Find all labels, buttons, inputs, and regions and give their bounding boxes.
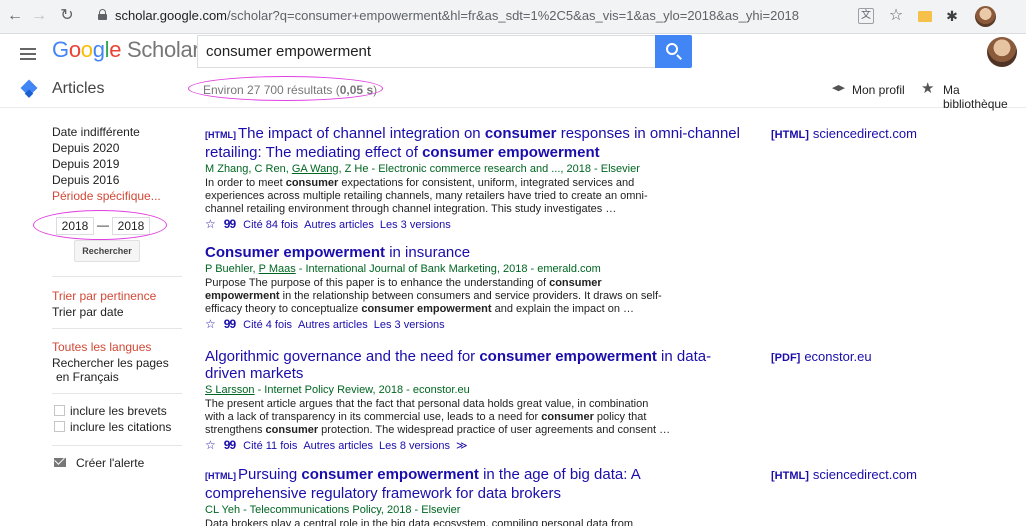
search-box[interactable] [197, 35, 658, 68]
cite-quote-icon[interactable]: 99 [224, 438, 236, 452]
author-link[interactable]: P Maas [259, 263, 296, 275]
result-item: [HTML] Pursuing consumer empowerment in t… [205, 466, 745, 526]
lock-icon [98, 9, 107, 20]
google-scholar-logo[interactable]: Google Scholar [52, 37, 200, 63]
my-library-link[interactable]: Ma bibliothèque [943, 83, 1026, 111]
result-actions: ☆ 99 Cité 84 fois Autres articles Les 3 vers… [205, 217, 745, 232]
sidebar-divider [52, 445, 182, 446]
related-articles-link[interactable]: Autres articles [298, 319, 368, 331]
cited-by-link[interactable]: Cité 84 fois [243, 219, 298, 231]
patents-checkbox[interactable] [54, 405, 65, 416]
bookmark-star-icon[interactable]: ☆ [888, 8, 904, 24]
sort-by-relevance[interactable]: Trier par pertinence [52, 289, 156, 303]
result-snippet: Purpose The purpose of this paper is to … [205, 277, 662, 315]
french-pages-link-cont[interactable]: en Français [56, 370, 119, 384]
result-authors: CL Yeh - Telecommunications Policy, 2018… [205, 504, 461, 516]
french-pages-link[interactable]: Rechercher les pages [52, 356, 169, 370]
result-snippet: The present article argues that the fact… [205, 398, 671, 436]
folder-extension-icon[interactable] [918, 11, 932, 22]
result-item: Algorithmic governance and the need for … [205, 348, 745, 453]
browser-toolbar: ← → ↻ scholar.google.com/scholar?q=consu… [0, 0, 1026, 34]
result-item: [HTML] The impact of channel integration … [205, 125, 745, 232]
search-button[interactable] [655, 35, 692, 68]
save-star-icon[interactable]: ☆ [205, 217, 216, 231]
result-snippet: Data brokers play a central role in the … [205, 518, 633, 526]
author-link[interactable]: S Larsson [205, 384, 255, 396]
search-input[interactable] [198, 36, 658, 67]
result-item: Consumer empowerment in insurance P Bueh… [205, 244, 745, 332]
back-icon[interactable]: ← [6, 7, 24, 25]
date-custom-period[interactable]: Période spécifique... [52, 189, 161, 203]
sidebar-divider [52, 276, 182, 277]
versions-link[interactable]: Les 3 versions [380, 219, 451, 231]
reload-icon[interactable]: ↻ [58, 7, 76, 25]
sidebar-divider [52, 328, 182, 329]
date-any[interactable]: Date indifférente [52, 125, 140, 139]
address-url[interactable]: scholar.google.com/scholar?q=consumer+em… [115, 8, 799, 23]
graduation-cap-icon [832, 85, 845, 92]
menu-icon[interactable] [20, 48, 36, 60]
related-articles-link[interactable]: Autres articles [303, 440, 373, 452]
scholar-header: Google Scholar [0, 34, 1026, 72]
date-since-2020[interactable]: Depuis 2020 [52, 141, 119, 155]
fulltext-link[interactable]: [HTML] sciencedirect.com [771, 126, 917, 141]
author-link[interactable]: GA Wang [292, 163, 339, 175]
cite-quote-icon[interactable]: 99 [224, 317, 236, 331]
result-snippet: In order to meet consumer expectations f… [205, 177, 648, 215]
account-avatar[interactable] [987, 37, 1017, 67]
result-authors: M Zhang, C Ren, GA Wang, Z He - Electron… [205, 163, 640, 175]
related-articles-link[interactable]: Autres articles [304, 219, 374, 231]
create-alert-link[interactable]: Créer l'alerte [76, 456, 144, 470]
sort-by-date[interactable]: Trier par date [52, 305, 124, 319]
fulltext-link[interactable]: [PDF] econstor.eu [771, 349, 872, 364]
result-title[interactable]: [HTML] Pursuing consumer empowerment in t… [205, 466, 745, 502]
star-icon: ★ [921, 80, 935, 97]
result-title[interactable]: Algorithmic governance and the need for … [205, 348, 745, 382]
sidebar-divider [52, 393, 182, 394]
annotation-circle-years [33, 210, 167, 240]
result-title[interactable]: Consumer empowerment in insurance [205, 244, 745, 261]
date-since-2016[interactable]: Depuis 2016 [52, 173, 119, 187]
result-actions: ☆ 99 Cité 11 fois Autres articles Les 8 vers… [205, 438, 745, 453]
result-authors: P Buehler, P Maas - International Journa… [205, 263, 601, 275]
save-star-icon[interactable]: ☆ [205, 438, 216, 452]
versions-link[interactable]: Les 8 versions [379, 440, 450, 452]
mail-icon [54, 458, 66, 467]
more-double-chevron-icon[interactable]: ≫ [456, 440, 468, 452]
date-since-2019[interactable]: Depuis 2019 [52, 157, 119, 171]
search-dates-button[interactable]: Rechercher [74, 240, 140, 262]
search-icon [666, 43, 678, 55]
cited-by-link[interactable]: Cité 4 fois [243, 319, 292, 331]
citations-label[interactable]: inclure les citations [70, 420, 171, 434]
patents-label[interactable]: inclure les brevets [70, 404, 167, 418]
browser-profile-avatar[interactable] [975, 6, 996, 27]
result-actions: ☆ 99 Cité 4 fois Autres articles Les 3 versi… [205, 317, 745, 332]
save-star-icon[interactable]: ☆ [205, 317, 216, 331]
result-authors: S Larsson - Internet Policy Review, 2018… [205, 384, 470, 396]
all-languages[interactable]: Toutes les langues [52, 340, 151, 354]
cited-by-link[interactable]: Cité 11 fois [243, 440, 297, 452]
articles-label[interactable]: Articles [52, 80, 104, 98]
results-bar: Articles Environ 27 700 résultats (0,05 … [0, 72, 1026, 111]
extensions-puzzle-icon[interactable]: ✱ [944, 8, 960, 24]
annotation-circle-results [188, 76, 383, 101]
scholar-cap-icon [20, 79, 38, 97]
versions-link[interactable]: Les 3 versions [374, 319, 445, 331]
cite-quote-icon[interactable]: 99 [224, 217, 236, 231]
my-profile-link[interactable]: Mon profil [852, 83, 905, 97]
citations-checkbox[interactable] [54, 421, 65, 432]
fulltext-link[interactable]: [HTML] sciencedirect.com [771, 467, 917, 482]
translate-icon[interactable]: 文 [858, 8, 874, 24]
forward-icon[interactable]: → [30, 7, 48, 25]
result-title[interactable]: [HTML] The impact of channel integration … [205, 125, 745, 161]
